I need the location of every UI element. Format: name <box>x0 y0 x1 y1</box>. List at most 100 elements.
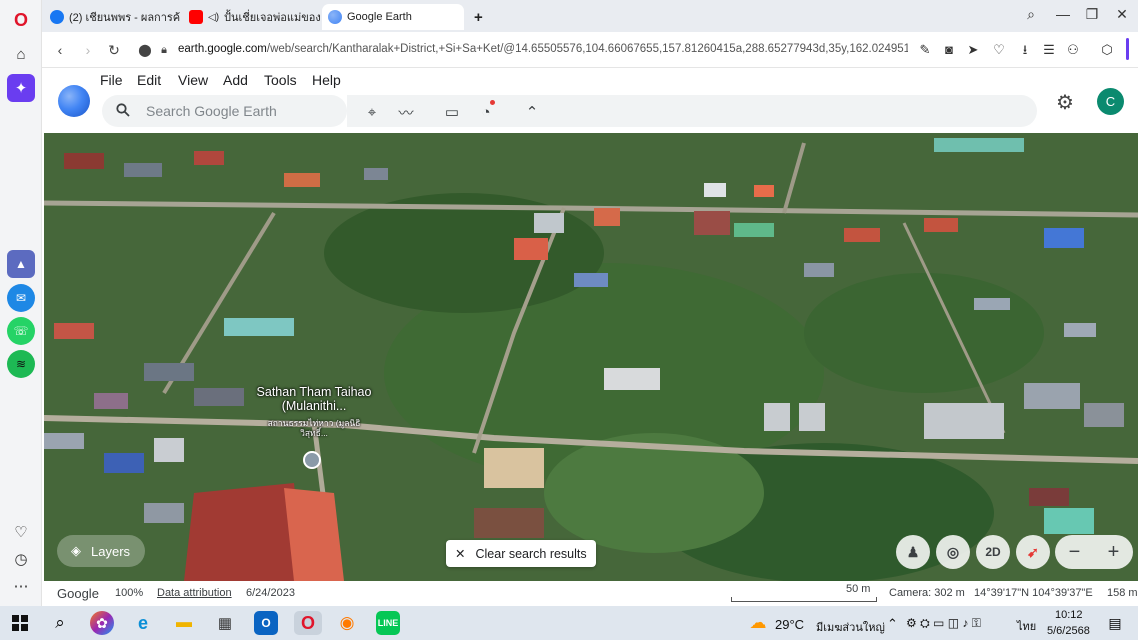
notifications-icon[interactable]: ▤ <box>1103 611 1127 635</box>
search-taskbar-icon[interactable]: ⌕ <box>48 611 72 635</box>
compass-icon[interactable]: ➹ <box>1016 535 1050 569</box>
tab-label: (2) เชียนพพร - ผลการค้นหา <box>69 12 180 24</box>
data-attribution-link[interactable]: Data attribution <box>157 587 232 599</box>
camera-altitude: Camera: 302 m <box>889 587 965 599</box>
zoom-out-icon[interactable]: − <box>1069 541 1081 564</box>
tray-chevron-icon[interactable]: ⌃ <box>887 616 898 632</box>
location-icon[interactable]: ⬤ <box>135 40 155 60</box>
status-bar: Google 100% Data attribution 6/24/2023 5… <box>44 581 1138 606</box>
clock-date[interactable]: 5/6/2568 <box>1047 625 1090 637</box>
address-bar: ‹ › ↻ ⬤ 🔒︎ earth.google.com/web/search/K… <box>42 32 1138 68</box>
tab-label: Google Earth <box>347 11 412 23</box>
menu-file[interactable]: File <box>100 72 123 88</box>
heart-icon[interactable]: ♡ <box>7 518 35 546</box>
easy-setup-icon[interactable]: ☰ <box>1040 41 1058 59</box>
google-earth-logo-icon[interactable] <box>58 85 90 117</box>
search-input[interactable]: Search Google Earth <box>146 103 277 119</box>
tab-google-earth[interactable]: Google Earth <box>322 4 464 30</box>
chevron-up-icon[interactable]: ⌃ <box>521 101 543 123</box>
youtube-icon <box>189 10 203 24</box>
menu-add[interactable]: Add <box>223 72 248 88</box>
extensions-icon[interactable]: ⬡ <box>1098 41 1116 59</box>
weather-description[interactable]: มีเมฆส่วนใหญ่ <box>816 618 885 636</box>
new-tab-button[interactable]: + <box>468 4 490 30</box>
scale-bar <box>731 597 877 602</box>
measure-icon[interactable]: ▭ <box>441 101 463 123</box>
menu-tools[interactable]: Tools <box>264 72 297 88</box>
back-icon[interactable]: ‹ <box>50 40 70 60</box>
url-domain: earth.google.com <box>178 43 267 55</box>
clear-search-label: Clear search results <box>475 546 587 561</box>
weather-temp[interactable]: 29°C <box>775 617 804 632</box>
taskbar: ⌕ ✿ e ▬ ▦ O O ◉ LINE ☁ 29°C มีเมฆส่วนใหญ… <box>0 606 1138 640</box>
edit-icon[interactable]: ✎ <box>916 41 934 59</box>
google-earth-header: File Edit View Add Tools Help Search Goo… <box>44 68 1138 133</box>
spotify-icon[interactable]: ≋ <box>7 350 35 378</box>
windows-start-icon[interactable] <box>8 611 32 635</box>
clear-search-button[interactable]: ✕ Clear search results <box>446 540 596 567</box>
sidebar-indicator <box>1126 38 1129 60</box>
imagery-date: 6/24/2023 <box>246 587 295 599</box>
tab-facebook[interactable]: (2) เชียนพพร - ผลการค้นหา <box>44 4 180 30</box>
copilot-icon[interactable]: ✿ <box>90 611 114 635</box>
profile-icon[interactable]: ⚇ <box>1064 41 1082 59</box>
satellite-map[interactable]: Sathan Tham Taihao (Mulanithi... สถานธรร… <box>44 133 1138 581</box>
search-tabs-icon[interactable]: ⌕ <box>1021 6 1041 23</box>
tab-youtube[interactable]: ◁) ปั้นเชี่ยเจอพ่อแม่ของตัวเอง <box>183 4 321 30</box>
scale-label: 50 m <box>846 583 871 595</box>
input-language[interactable]: ไทย <box>1017 617 1036 635</box>
restore-icon[interactable]: ❐ <box>1082 6 1102 23</box>
opera-taskbar-icon[interactable]: O <box>294 611 322 635</box>
avatar[interactable]: C <box>1097 88 1124 115</box>
outlook-icon[interactable]: O <box>254 611 278 635</box>
forward-icon[interactable]: › <box>78 40 98 60</box>
line-app-icon[interactable]: LINE <box>376 611 400 635</box>
close-icon[interactable]: ✕ <box>1112 6 1132 23</box>
minimize-icon[interactable]: — <box>1053 6 1073 22</box>
tab-label: ปั้นเชี่ยเจอพ่อแม่ของตัวเอง <box>224 12 321 24</box>
menu-help[interactable]: Help <box>312 72 341 88</box>
download-icon[interactable]: ⭳ <box>1016 41 1034 59</box>
place-title-label[interactable]: Sathan Tham Taihao (Mulanithi... <box>244 385 384 413</box>
my-location-icon[interactable]: ◎ <box>936 535 970 569</box>
toggle-2d-button[interactable]: 2D <box>976 535 1010 569</box>
coordinates: 14°39'17"N 104°39'37"E <box>974 587 1093 599</box>
app-store-icon[interactable]: ▲ <box>7 250 35 278</box>
firefox-icon[interactable]: ◉ <box>335 611 359 635</box>
reload-icon[interactable]: ↻ <box>104 40 124 60</box>
opera-logo-icon[interactable]: O <box>7 6 35 34</box>
screen: { "browser": { "tabs": [ {"label": "(2) … <box>0 0 1138 640</box>
opera-sidebar: O ⌂ ✦ ▲ ✉ ☏ ≋ ♡ ◷ ⋯ <box>0 0 42 606</box>
menu-edit[interactable]: Edit <box>137 72 161 88</box>
home-icon[interactable]: ⌂ <box>7 40 35 68</box>
url-path: /web/search/Kantharalak+District,+Si+Sa+… <box>266 43 908 55</box>
edge-icon[interactable]: e <box>131 611 155 635</box>
tray-icons[interactable]: ⚙ ⛭ ▭ ◫ ♪ ⚿ <box>906 616 981 631</box>
send-icon[interactable]: ➤ <box>964 41 982 59</box>
elevation: 158 m <box>1107 587 1138 599</box>
lock-icon[interactable]: 🔒︎ <box>154 40 174 60</box>
camera-icon[interactable]: ◙ <box>940 41 958 59</box>
search-box[interactable]: Search Google Earth <box>102 95 347 127</box>
file-explorer-icon[interactable]: ▬ <box>172 611 196 635</box>
zoom-controls: − + <box>1055 535 1133 569</box>
clock-time[interactable]: 10:12 <box>1055 609 1083 621</box>
settings-gear-icon[interactable]: ⚙ <box>1056 90 1074 115</box>
google-brand: Google <box>57 586 99 601</box>
history-icon[interactable]: ◷ <box>7 545 35 573</box>
weather-icon[interactable]: ☁ <box>746 611 770 635</box>
add-path-icon[interactable]: 〰 <box>395 101 417 123</box>
url-field[interactable]: earth.google.com/web/search/Kantharalak+… <box>178 43 908 55</box>
messenger-icon[interactable]: ✉ <box>7 284 35 312</box>
add-placemark-icon[interactable]: ⌖ <box>361 101 383 123</box>
pegman-icon[interactable]: ♟ <box>896 535 930 569</box>
store-icon[interactable]: ▦ <box>213 611 237 635</box>
bookmark-heart-icon[interactable]: ♡ <box>990 41 1008 59</box>
place-marker-icon[interactable] <box>303 451 321 469</box>
whatsapp-icon[interactable]: ☏ <box>7 317 35 345</box>
more-icon[interactable]: ⋯ <box>7 572 35 600</box>
layers-button[interactable]: ◈ Layers <box>57 535 145 567</box>
menu-view[interactable]: View <box>178 72 208 88</box>
aria-ai-icon[interactable]: ✦ <box>7 74 35 102</box>
zoom-in-icon[interactable]: + <box>1108 541 1120 564</box>
